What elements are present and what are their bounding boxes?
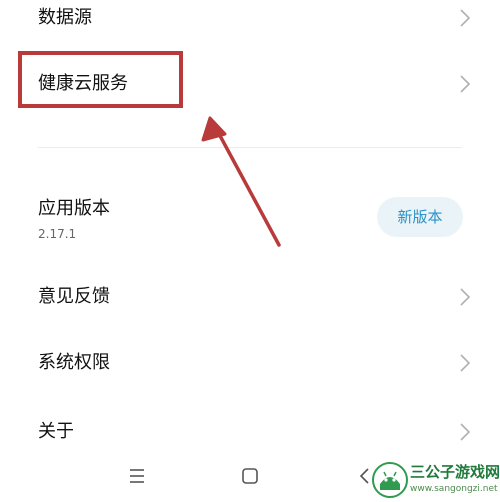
data-source-label: 数据源 [38,7,92,28]
feedback-label: 意见反馈 [38,286,110,307]
chevron-right-icon [460,423,470,441]
watermark-url: www.sangongzi.net [410,484,498,494]
android-robot-icon [372,462,408,498]
settings-item-data-source[interactable]: 数据源 [0,0,500,38]
watermark-title: 三公子游戏网 [410,463,500,481]
settings-item-about[interactable]: 关于 [0,405,500,455]
app-version-label: 应用版本 [38,198,110,219]
chevron-right-icon [460,288,470,306]
settings-item-feedback[interactable]: 意见反馈 [0,270,500,326]
menu-icon[interactable] [122,461,152,491]
permissions-label: 系统权限 [38,352,110,373]
chevron-right-icon [460,75,470,93]
chevron-right-icon [460,354,470,372]
new-version-button[interactable]: 新版本 [377,197,463,237]
site-watermark: 三公子游戏网 www.sangongzi.net [372,460,500,500]
app-version-value: 2.17.1 [38,227,77,241]
highlight-box [18,51,183,108]
about-label: 关于 [38,421,74,442]
home-icon[interactable] [235,461,265,491]
settings-item-permissions[interactable]: 系统权限 [0,336,500,392]
chevron-right-icon [460,9,470,27]
section-divider [38,147,462,148]
